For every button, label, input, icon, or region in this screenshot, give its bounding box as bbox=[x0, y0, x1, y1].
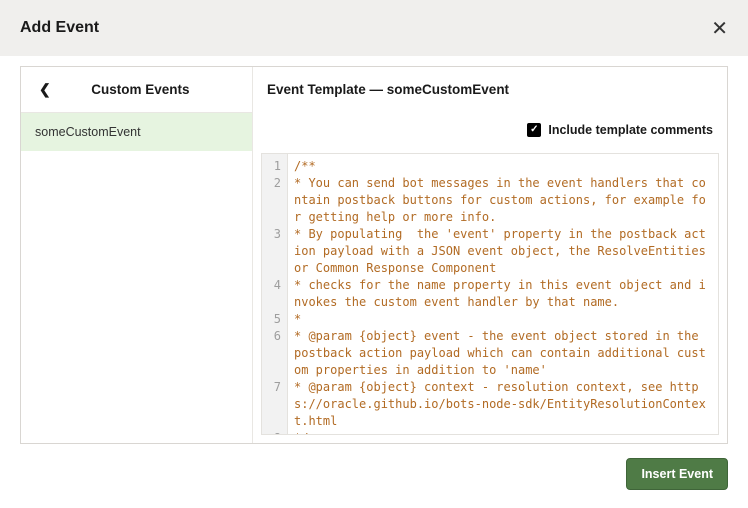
include-comments-checkbox[interactable]: ✓ Include template comments bbox=[527, 123, 713, 137]
sidebar-item-label: someCustomEvent bbox=[35, 125, 141, 139]
close-icon[interactable]: ✕ bbox=[711, 16, 728, 41]
options-row: ✓ Include template comments bbox=[253, 113, 727, 153]
code-editor[interactable]: 123456789 /*** You can send bot messages… bbox=[261, 153, 719, 435]
insert-event-button[interactable]: Insert Event bbox=[626, 458, 728, 490]
line-gutter: 123456789 bbox=[262, 154, 288, 434]
sidebar: ❮ Custom Events someCustomEvent bbox=[21, 67, 253, 443]
dialog-title: Add Event bbox=[20, 19, 99, 37]
main-title: Event Template — someCustomEvent bbox=[253, 67, 727, 113]
sidebar-item-some-custom-event[interactable]: someCustomEvent bbox=[21, 113, 252, 151]
main-pane: Event Template — someCustomEvent ✓ Inclu… bbox=[253, 67, 727, 443]
content-panel: ❮ Custom Events someCustomEvent Event Te… bbox=[20, 66, 728, 444]
check-icon: ✓ bbox=[527, 123, 541, 137]
include-comments-label: Include template comments bbox=[548, 123, 713, 137]
dialog-body: ❮ Custom Events someCustomEvent Event Te… bbox=[0, 56, 748, 444]
dialog-header: Add Event ✕ bbox=[0, 0, 748, 56]
sidebar-title: Custom Events bbox=[57, 82, 240, 97]
sidebar-header: ❮ Custom Events bbox=[21, 67, 252, 113]
code-area[interactable]: /*** You can send bot messages in the ev… bbox=[288, 154, 718, 434]
dialog-footer: Insert Event bbox=[0, 444, 748, 504]
chevron-left-icon[interactable]: ❮ bbox=[33, 81, 57, 98]
